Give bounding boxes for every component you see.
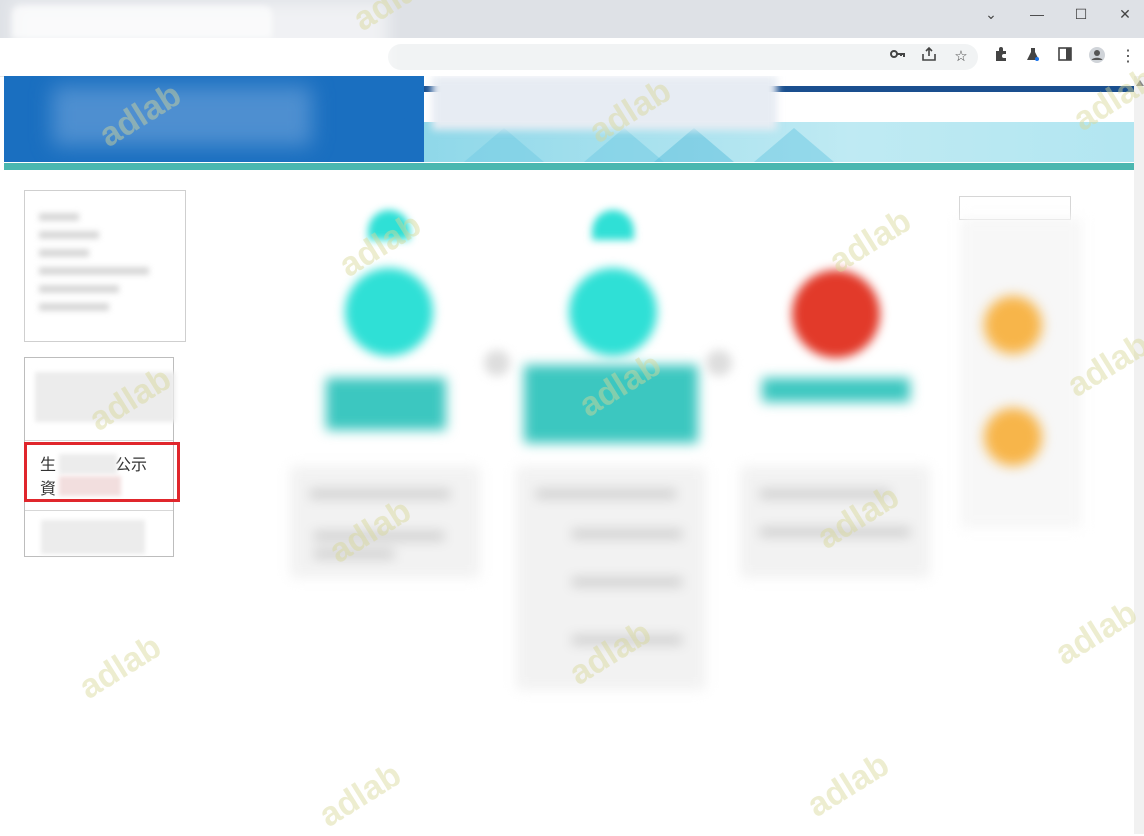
step-3-icon[interactable] [792, 270, 880, 358]
right-link-1-icon[interactable] [984, 296, 1042, 354]
site-logo-area[interactable] [4, 76, 424, 162]
step-2-icon[interactable] [569, 268, 657, 356]
right-panel [960, 218, 1082, 528]
highlight-annotation [24, 442, 180, 502]
right-link-2-icon[interactable] [984, 408, 1042, 466]
step-3-label[interactable] [762, 378, 910, 402]
key-icon[interactable] [886, 46, 908, 68]
side-menu-item-3[interactable] [25, 518, 173, 554]
close-button[interactable]: ✕ [1110, 4, 1140, 24]
step-2-card [516, 466, 706, 690]
step-2-tab [592, 210, 634, 240]
side-menu-item-1[interactable] [25, 366, 175, 426]
labs-icon[interactable] [1022, 46, 1044, 68]
menu-icon[interactable]: ⋮ [1120, 46, 1136, 68]
sidepanel-icon[interactable] [1054, 46, 1076, 68]
star-icon[interactable]: ☆ [950, 46, 972, 68]
page-scrollbar[interactable] [1134, 76, 1144, 834]
header-divider [4, 163, 1134, 170]
step-3-card [740, 466, 930, 578]
step-2-label[interactable] [524, 365, 698, 443]
step-1-icon[interactable] [345, 268, 433, 356]
maximize-button[interactable]: ☐ [1066, 4, 1096, 24]
step-1-card [290, 466, 480, 578]
tab-search-icon[interactable]: ⌄ [976, 4, 1006, 24]
step-1-label[interactable] [326, 378, 446, 430]
watermark: adlab [1048, 593, 1144, 673]
minimize-button[interactable]: — [1022, 4, 1052, 24]
info-box [24, 190, 186, 342]
right-search-box[interactable] [959, 196, 1071, 220]
arrow-right-icon [484, 350, 510, 376]
share-icon[interactable] [918, 46, 940, 68]
site-title [432, 76, 777, 130]
site-header [4, 76, 1134, 162]
extensions-icon[interactable] [990, 46, 1012, 68]
site-logo [52, 86, 312, 146]
arrow-right-icon [706, 350, 732, 376]
watermark: adlab [312, 755, 408, 835]
step-1-tab [368, 210, 410, 240]
scroll-up-arrow-icon[interactable] [1136, 80, 1144, 86]
watermark: adlab [72, 627, 168, 707]
watermark: adlab [800, 745, 896, 825]
profile-icon[interactable] [1086, 46, 1108, 68]
